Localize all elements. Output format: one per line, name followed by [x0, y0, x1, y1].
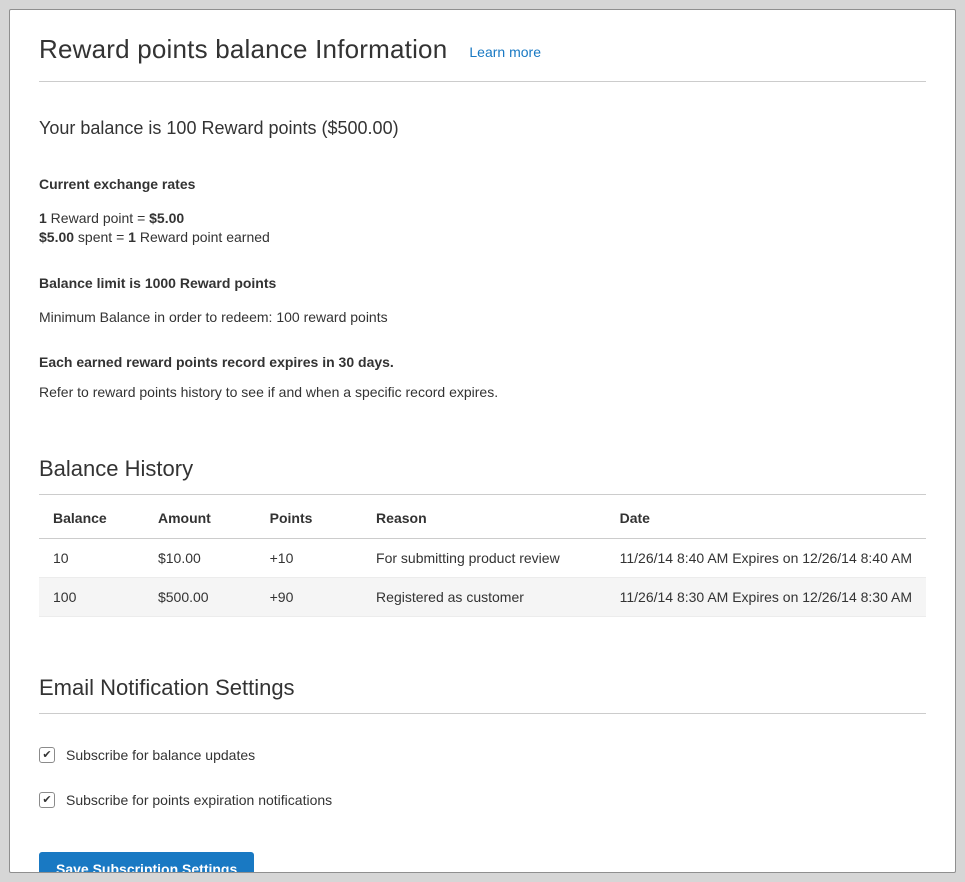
- cell-balance: 100: [39, 578, 144, 617]
- page-background: Reward points balance Information Learn …: [0, 0, 965, 882]
- balance-history-table: Balance Amount Points Reason Date 10 $10…: [39, 495, 926, 617]
- exchange-rates-heading: Current exchange rates: [39, 175, 926, 194]
- text-segment: Reward point earned: [136, 229, 270, 245]
- cell-date: 11/26/14 8:30 AM Expires on 12/26/14 8:3…: [606, 578, 926, 617]
- subscribe-expiration-label[interactable]: Subscribe for points expiration notifica…: [66, 792, 332, 808]
- cell-amount: $500.00: [144, 578, 256, 617]
- exchange-rate-line-2: $5.00 spent = 1 Reward point earned: [39, 228, 926, 247]
- minimum-balance-text: Minimum Balance in order to redeem: 100 …: [39, 308, 926, 327]
- subscribe-balance-option: Subscribe for balance updates: [39, 747, 926, 763]
- balance-summary: Your balance is 100 Reward points ($500.…: [39, 118, 926, 139]
- subscribe-balance-label[interactable]: Subscribe for balance updates: [66, 747, 255, 763]
- table-row: 10 $10.00 +10 For submitting product rev…: [39, 539, 926, 578]
- balance-limit-text: Balance limit is 1000 Reward points: [39, 274, 926, 293]
- text-segment: 1: [39, 210, 47, 226]
- learn-more-link[interactable]: Learn more: [469, 44, 541, 60]
- column-header-balance: Balance: [39, 495, 144, 539]
- text-segment: Reward point =: [47, 210, 149, 226]
- column-header-points: Points: [256, 495, 362, 539]
- subscribe-balance-checkbox[interactable]: [39, 747, 55, 763]
- reward-points-panel: Reward points balance Information Learn …: [9, 9, 956, 873]
- table-header-row: Balance Amount Points Reason Date: [39, 495, 926, 539]
- balance-history-heading: Balance History: [39, 456, 926, 495]
- expiration-note-text: Refer to reward points history to see if…: [39, 383, 926, 402]
- cell-amount: $10.00: [144, 539, 256, 578]
- email-settings-heading: Email Notification Settings: [39, 675, 926, 714]
- save-subscription-button[interactable]: Save Subscription Settings: [39, 852, 254, 873]
- cell-reason: For submitting product review: [362, 539, 606, 578]
- page-header: Reward points balance Information Learn …: [39, 34, 926, 82]
- expiration-text: Each earned reward points record expires…: [39, 353, 926, 372]
- cell-points: +10: [256, 539, 362, 578]
- cell-date: 11/26/14 8:40 AM Expires on 12/26/14 8:4…: [606, 539, 926, 578]
- text-segment: $5.00: [39, 229, 74, 245]
- subscribe-expiration-checkbox[interactable]: [39, 792, 55, 808]
- email-notification-section: Email Notification Settings Subscribe fo…: [39, 675, 926, 873]
- cell-reason: Registered as customer: [362, 578, 606, 617]
- text-segment: $5.00: [149, 210, 184, 226]
- subscribe-expiration-option: Subscribe for points expiration notifica…: [39, 792, 926, 808]
- table-row: 100 $500.00 +90 Registered as customer 1…: [39, 578, 926, 617]
- cell-balance: 10: [39, 539, 144, 578]
- cell-points: +90: [256, 578, 362, 617]
- text-segment: spent =: [74, 229, 128, 245]
- balance-history-section: Balance History Balance Amount Points Re…: [39, 456, 926, 617]
- column-header-date: Date: [606, 495, 926, 539]
- page-title: Reward points balance Information: [39, 34, 447, 65]
- column-header-reason: Reason: [362, 495, 606, 539]
- text-segment: 1: [128, 229, 136, 245]
- column-header-amount: Amount: [144, 495, 256, 539]
- exchange-rate-line-1: 1 Reward point = $5.00: [39, 209, 926, 228]
